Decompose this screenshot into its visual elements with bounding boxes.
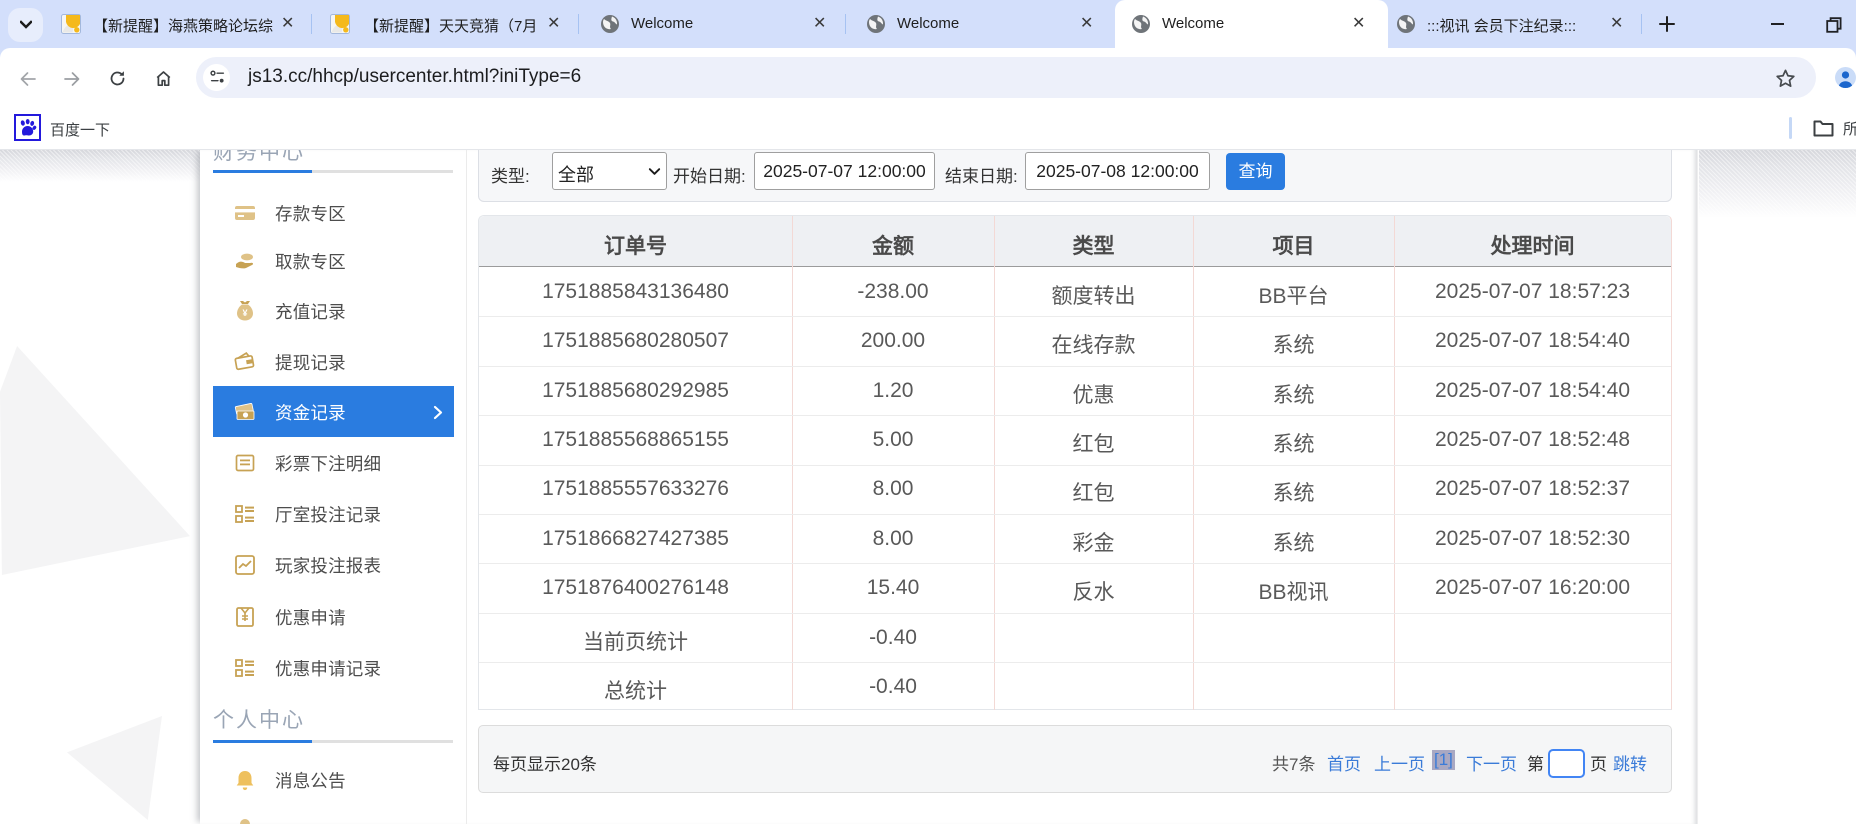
- svg-text:¥: ¥: [242, 308, 247, 318]
